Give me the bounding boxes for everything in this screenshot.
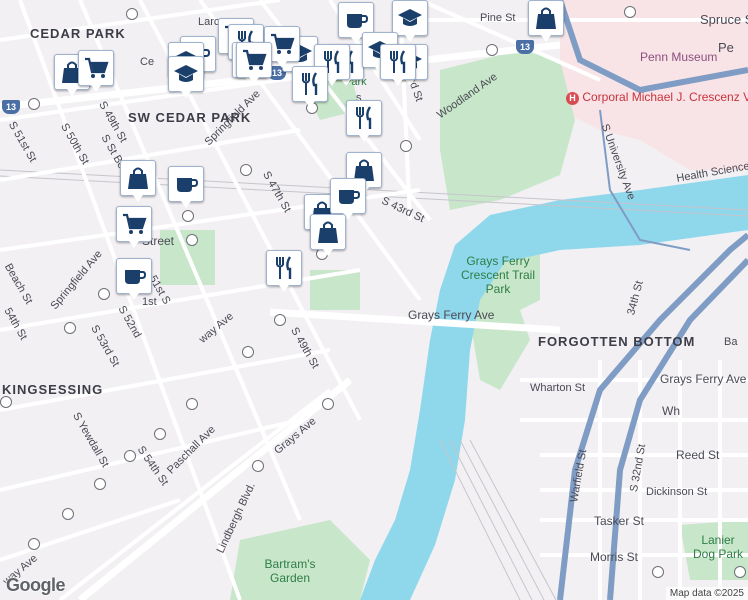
poi-pin[interactable] — [78, 50, 114, 92]
transit-stop-icon[interactable] — [322, 398, 334, 410]
poi-pin[interactable] — [116, 258, 152, 300]
street-label: Tasker St — [594, 514, 645, 528]
transit-stop-icon[interactable] — [0, 396, 12, 408]
street-label: 1st — [142, 296, 157, 308]
neighborhood-label: KINGSESSING — [2, 382, 104, 397]
park-label[interactable]: Lanier Dog Park — [690, 533, 746, 561]
graduation-cap-icon — [397, 5, 423, 31]
street-label: Larc — [198, 16, 220, 28]
poi-pin[interactable] — [392, 0, 428, 42]
street-label: Ba — [724, 336, 738, 348]
google-logo[interactable]: Google — [6, 575, 66, 596]
shopping-cart-icon — [241, 47, 267, 73]
park-label[interactable]: Grays Ferry Crescent Trail Park — [458, 254, 538, 296]
street-label: Grays Ferry Ave — [408, 308, 495, 322]
street-label: Dickinson St — [646, 486, 708, 498]
poi-pin[interactable] — [168, 56, 204, 98]
transit-stop-icon[interactable] — [28, 98, 40, 110]
park-label[interactable]: Bartram's Garden — [250, 557, 330, 585]
transit-stop-icon[interactable] — [124, 450, 136, 462]
coffee-cup-icon — [335, 183, 361, 209]
street-label: Grays Ferry Ave — [660, 372, 747, 386]
landmark-label[interactable]: Penn Museum — [640, 50, 717, 64]
poi-pin[interactable] — [120, 160, 156, 202]
transit-stop-icon[interactable] — [252, 460, 264, 472]
poi-pin[interactable] — [310, 214, 346, 256]
graduation-cap-icon — [173, 61, 199, 87]
transit-stop-icon[interactable] — [652, 566, 664, 578]
transit-stop-icon[interactable] — [186, 398, 198, 410]
street-label: Ce — [140, 56, 155, 68]
transit-stop-icon[interactable] — [98, 288, 110, 300]
transit-stop-icon[interactable] — [64, 322, 76, 334]
transit-stop-icon[interactable] — [274, 314, 286, 326]
transit-stop-icon[interactable] — [734, 566, 746, 578]
poi-pin[interactable] — [346, 100, 382, 142]
poi-pin[interactable] — [266, 250, 302, 292]
fork-knife-icon — [385, 49, 411, 75]
poi-pin[interactable] — [236, 42, 272, 84]
shopping-bag-icon — [533, 5, 559, 31]
street-label: Pine St — [480, 12, 516, 24]
street-label: Wh — [662, 404, 680, 418]
street-label: Pe — [718, 40, 734, 55]
fork-knife-icon — [351, 105, 377, 131]
transit-stop-icon[interactable] — [182, 210, 194, 222]
neighborhood-label: CEDAR PARK — [30, 26, 126, 41]
landmark-label[interactable]: H Corporal Michael J. Crescenz VA Medica… — [566, 90, 748, 105]
shopping-bag-icon — [125, 165, 151, 191]
transit-stop-icon[interactable] — [154, 428, 166, 440]
coffee-cup-icon — [343, 7, 369, 33]
shopping-cart-icon — [83, 55, 109, 81]
transit-stop-icon[interactable] — [486, 44, 498, 56]
street-label: Wharton St — [530, 382, 586, 394]
transit-stop-icon[interactable] — [400, 140, 412, 152]
fork-knife-icon — [297, 71, 323, 97]
shopping-bag-icon — [315, 219, 341, 245]
transit-stop-icon[interactable] — [28, 538, 40, 550]
street-label: Reed St — [676, 448, 720, 462]
shopping-cart-icon — [269, 31, 295, 57]
transit-stop-icon[interactable] — [240, 164, 252, 176]
poi-pin[interactable] — [168, 166, 204, 208]
map-attribution[interactable]: Map data ©2025 — [665, 587, 748, 600]
street-label: Morris St — [590, 550, 638, 564]
poi-pin[interactable] — [380, 44, 416, 86]
transit-stop-icon[interactable] — [624, 6, 636, 18]
neighborhood-label: FORGOTTEN BOTTOM — [538, 334, 696, 349]
transit-stop-icon[interactable] — [62, 508, 74, 520]
hospital-icon: H — [566, 92, 579, 105]
transit-stop-icon[interactable] — [126, 8, 138, 20]
poi-pin[interactable] — [292, 66, 328, 108]
coffee-cup-icon — [121, 263, 147, 289]
coffee-cup-icon — [173, 171, 199, 197]
route-13-shield: 13 — [516, 40, 534, 54]
route-13-shield: 13 — [2, 100, 20, 114]
poi-pin[interactable] — [116, 206, 152, 248]
transit-stop-icon[interactable] — [186, 234, 198, 246]
map-canvas[interactable]: CEDAR PARK SW CEDAR PARK KINGSESSING FOR… — [0, 0, 748, 600]
shopping-cart-icon — [121, 211, 147, 237]
fork-knife-icon — [271, 255, 297, 281]
transit-stop-icon[interactable] — [242, 346, 254, 358]
poi-pin[interactable] — [330, 178, 366, 220]
street-label: Spruce St — [700, 12, 748, 27]
poi-pin[interactable] — [528, 0, 564, 42]
transit-stop-icon[interactable] — [94, 478, 106, 490]
